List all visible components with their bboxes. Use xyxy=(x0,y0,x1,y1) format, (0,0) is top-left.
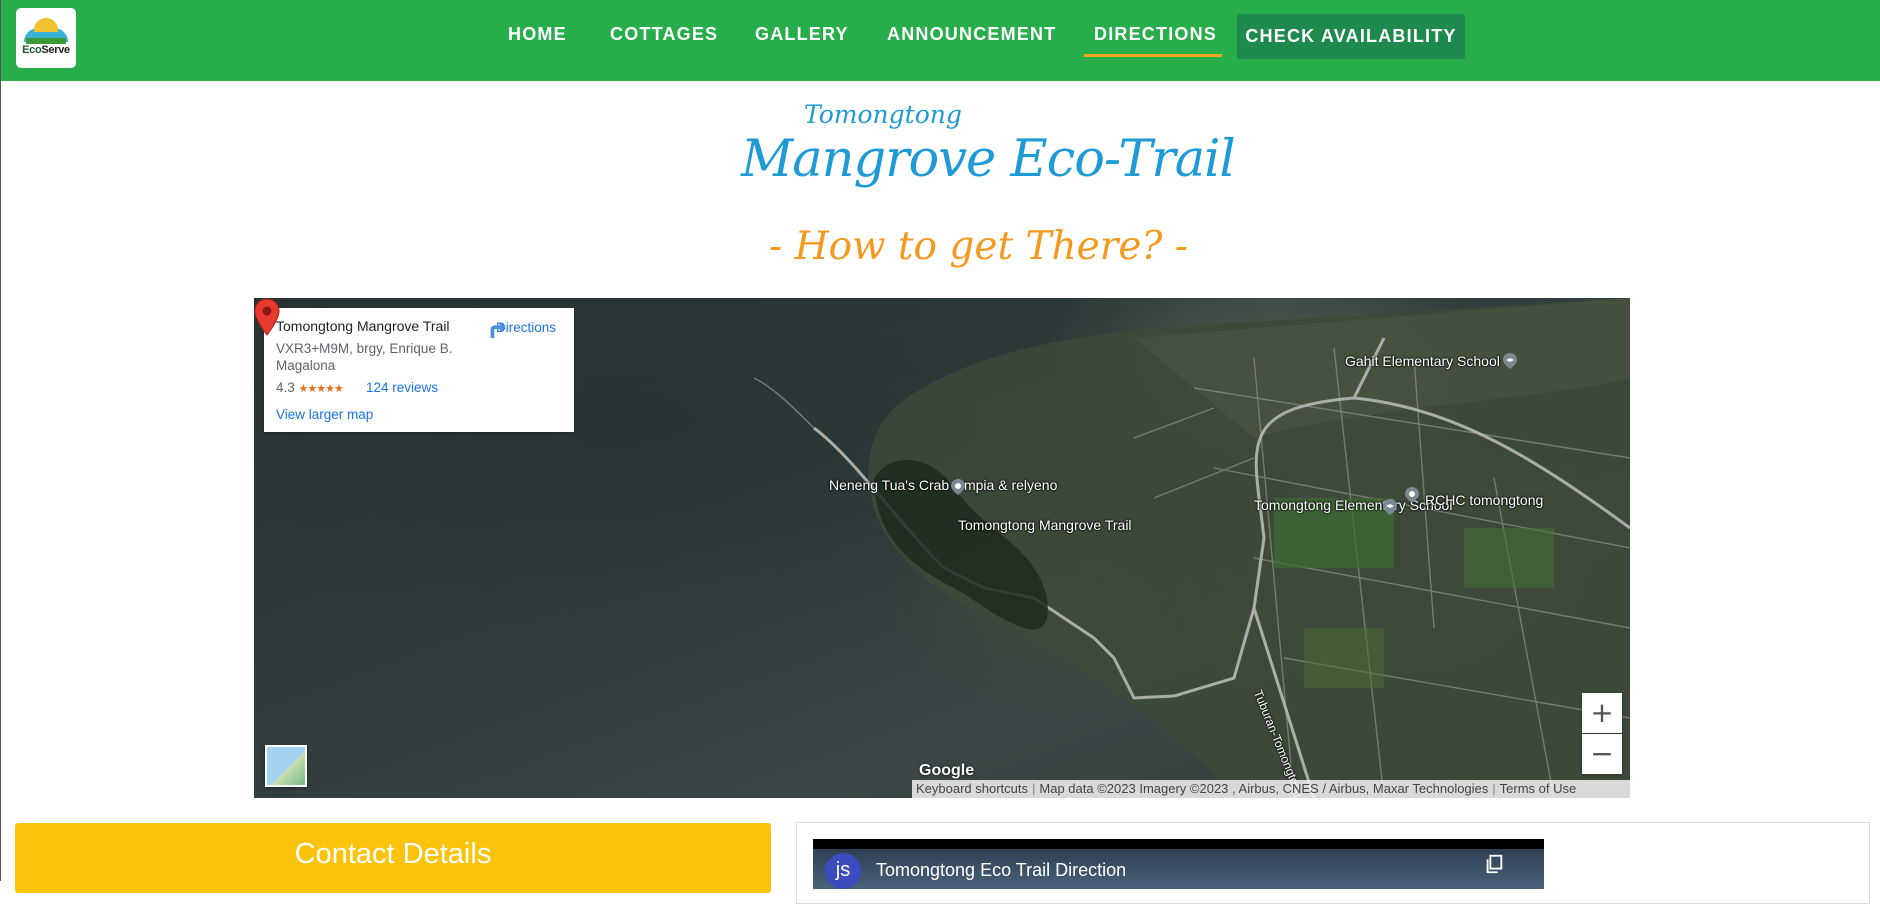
nav-cottages[interactable]: COTTAGES xyxy=(610,24,718,45)
place-rating: 4.3 ★★★★★ xyxy=(276,380,344,395)
nav-directions[interactable]: DIRECTIONS xyxy=(1094,24,1217,45)
map-label-mangrove-trail[interactable]: Tomongtong Mangrove Trail xyxy=(958,518,1132,532)
directions-arrow-icon xyxy=(490,321,506,339)
hero-subtitle: Tomongtong xyxy=(804,100,962,129)
food-marker-icon xyxy=(951,479,965,495)
logo-text-serve: Serve xyxy=(41,44,70,56)
map-label-gahit-school[interactable]: Gahit Elementary School xyxy=(1345,354,1500,368)
google-map[interactable]: Tomongtong Mangrove Trail VXR3+M9M, brgy… xyxy=(254,298,1630,798)
logo-text: EcoServe xyxy=(16,44,76,56)
terms-of-use-link[interactable]: Terms of Use xyxy=(1496,781,1581,796)
nav-announcement[interactable]: ANNOUNCEMENT xyxy=(887,24,1056,45)
map-label-rchc[interactable]: RCHC tomongtong xyxy=(1425,493,1543,507)
view-larger-map-link[interactable]: View larger map xyxy=(276,407,373,422)
zoom-in-button[interactable]: + xyxy=(1582,693,1622,733)
map-data-credits: Map data ©2023 Imagery ©2023 , Airbus, C… xyxy=(1039,781,1489,796)
rating-value: 4.3 xyxy=(276,380,295,395)
school-marker-icon xyxy=(1503,353,1517,369)
place-name: Tomongtong Mangrove Trail xyxy=(276,318,450,334)
nav-home[interactable]: HOME xyxy=(508,24,567,45)
location-pin-icon[interactable] xyxy=(254,298,280,336)
video-title[interactable]: Tomongtong Eco Trail Direction xyxy=(876,860,1126,881)
school-marker-icon-2 xyxy=(1383,499,1397,515)
map-layer-toggle[interactable] xyxy=(265,745,307,787)
check-availability-button[interactable]: CHECK AVAILABILITY xyxy=(1237,14,1465,59)
reviews-link[interactable]: 124 reviews xyxy=(366,380,438,395)
channel-avatar[interactable]: js xyxy=(825,853,861,889)
map-attribution-bar: Keyboard shortcuts | Map data ©2023 Imager… xyxy=(912,780,1630,798)
keyboard-shortcuts-link[interactable]: Keyboard shortcuts xyxy=(912,781,1032,796)
youtube-video-embed[interactable]: js Tomongtong Eco Trail Direction xyxy=(813,839,1544,889)
place-marker-icon xyxy=(1405,487,1419,503)
hero-title: Mangrove Eco-Trail xyxy=(741,130,1236,189)
nav-gallery[interactable]: GALLERY xyxy=(755,24,849,45)
google-logo: Google xyxy=(919,762,975,779)
place-address: VXR3+M9M, brgy, Enrique B. Magalona xyxy=(276,341,453,373)
copy-link-icon[interactable] xyxy=(1483,853,1505,875)
nav-active-indicator xyxy=(1084,54,1222,57)
directions-link[interactable]: Directions xyxy=(486,318,566,339)
contact-details-header: Contact Details xyxy=(15,823,771,893)
logo-text-eco: Eco xyxy=(22,44,42,56)
directions-heading: - How to get There? - xyxy=(769,224,1188,269)
map-label-neneng[interactable]: Neneng Tua's Crab lumpia & relyeno xyxy=(829,478,1057,492)
rating-stars-icon: ★★★★★ xyxy=(298,383,344,395)
map-label-tomongtong-school[interactable]: Tomongtong Elementary School xyxy=(1254,498,1452,512)
zoom-out-button[interactable]: − xyxy=(1582,734,1622,774)
logo-sun-shape xyxy=(34,18,58,32)
map-place-card: Tomongtong Mangrove Trail VXR3+M9M, brgy… xyxy=(264,308,574,432)
navbar: EcoServe HOME COTTAGES GALLERY ANNOUNCEM… xyxy=(1,0,1880,81)
ecoserve-logo[interactable]: EcoServe xyxy=(16,8,76,68)
